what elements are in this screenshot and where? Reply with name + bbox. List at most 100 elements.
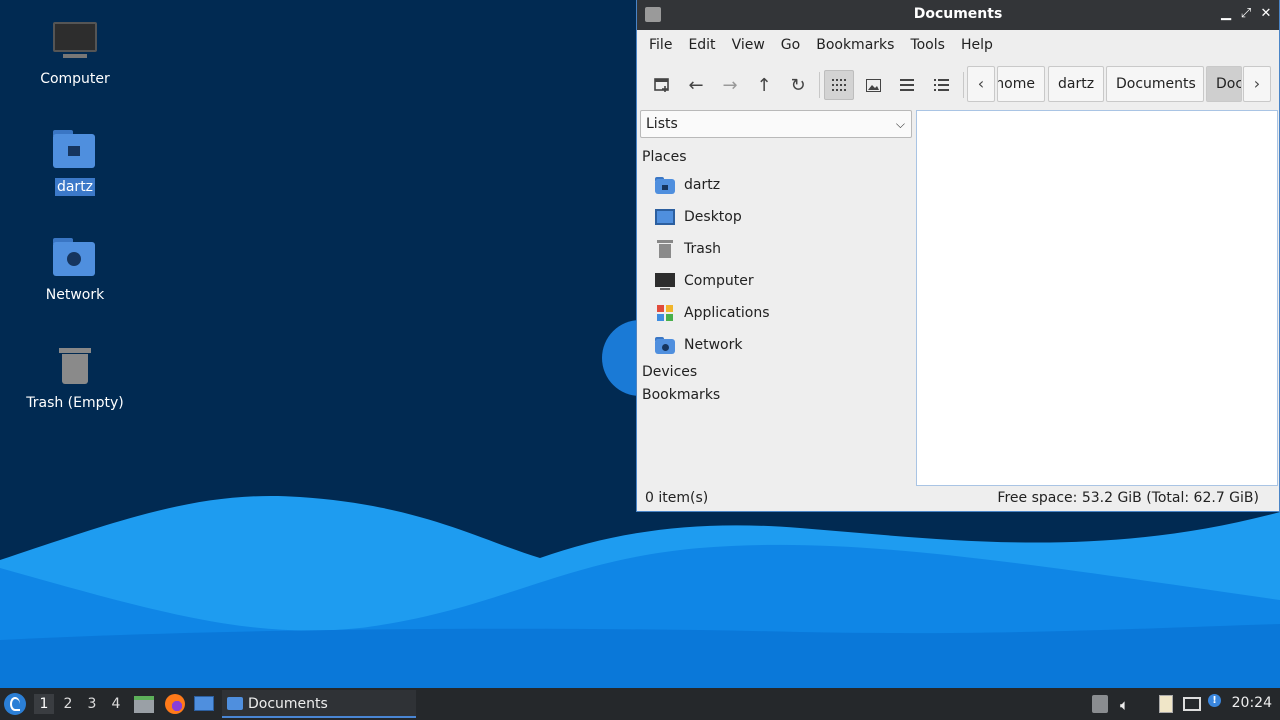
file-list-view[interactable] (916, 110, 1278, 486)
sidepane-mode-select[interactable]: Lists ⌵ (640, 110, 912, 138)
breadcrumb-scroll-left[interactable]: ‹ (967, 66, 995, 102)
trash-icon (51, 342, 99, 390)
desktop-icon-label: Network (45, 287, 105, 303)
file-cabinet-icon (134, 696, 154, 713)
show-desktop-button[interactable] (193, 694, 215, 714)
close-button[interactable]: ✕ (1257, 5, 1275, 23)
update-notification-icon: ! (1208, 694, 1221, 707)
detailed-view-button[interactable] (926, 70, 956, 100)
desktop-icon-trash[interactable]: Trash (Empty) (15, 342, 135, 412)
sidebar-item-label: Trash (684, 241, 721, 257)
sidebar-item-label: Computer (684, 273, 754, 289)
reload-button[interactable]: ↻ (783, 70, 813, 100)
task-label: Documents (248, 696, 328, 712)
chevron-down-icon: ⌵ (895, 117, 905, 131)
workspace-2[interactable]: 2 (58, 694, 78, 714)
new-tab-button[interactable] (647, 70, 677, 100)
clipboard-icon (1159, 695, 1173, 713)
sidebar-item-network[interactable]: Network (655, 331, 742, 359)
menu-tools[interactable]: Tools (902, 30, 953, 60)
taskbar-task-documents[interactable]: Documents (222, 690, 416, 718)
home-folder-icon (655, 176, 675, 194)
sidebar-item-dartz[interactable]: dartz (655, 171, 720, 199)
desktop-icon-label: dartz (54, 178, 96, 196)
icon-view-button[interactable] (824, 70, 854, 100)
menu-bookmarks[interactable]: Bookmarks (808, 30, 902, 60)
maximize-button[interactable]: ⤢ (1237, 5, 1255, 23)
menu-go[interactable]: Go (773, 30, 808, 60)
free-space: Free space: 53.2 GiB (Total: 62.7 GiB) (997, 490, 1259, 506)
file-manager-window[interactable]: Documents ▁ ⤢ ✕ File Edit View Go Bookma… (636, 0, 1280, 512)
volume-tray-button[interactable]: 🔈︎ (1118, 694, 1138, 714)
sidepane-section-devices[interactable]: Devices (642, 364, 697, 380)
desktop-icon (655, 208, 675, 226)
notification-tray-button[interactable]: ! (1206, 694, 1226, 714)
volume-icon: 🔈︎ (1120, 696, 1130, 714)
clipboard-tray-button[interactable] (1156, 694, 1176, 714)
sidepane-section-bookmarks[interactable]: Bookmarks (642, 387, 720, 403)
eject-tray-button[interactable] (1090, 694, 1110, 714)
breadcrumb-dartz[interactable]: dartz (1048, 66, 1104, 102)
detailed-list-icon (933, 79, 949, 91)
workspace-4[interactable]: 4 (106, 694, 126, 714)
network-tray-button[interactable] (1182, 694, 1202, 714)
desktop-icon-dartz[interactable]: dartz (15, 126, 135, 196)
sidebar-item-desktop[interactable]: Desktop (655, 203, 742, 231)
folder-icon (227, 697, 243, 710)
start-menu-button[interactable] (4, 693, 26, 715)
item-count: 0 item(s) (645, 490, 709, 506)
list-icon (900, 79, 914, 91)
sidebar-item-label: Network (684, 337, 743, 353)
minimize-button[interactable]: ▁ (1217, 5, 1235, 23)
computer-icon (51, 18, 99, 66)
workspace-1[interactable]: 1 (34, 694, 54, 714)
reload-icon: ↻ (790, 74, 806, 96)
menu-file[interactable]: File (641, 30, 680, 60)
network-folder-icon (51, 234, 99, 282)
firefox-launcher[interactable] (164, 693, 186, 715)
firefox-icon (165, 694, 185, 714)
forward-button[interactable]: → (715, 70, 745, 100)
desktop-icon-network[interactable]: Network (15, 234, 135, 304)
chevron-right-icon: › (1253, 74, 1261, 93)
compact-view-button[interactable] (892, 70, 922, 100)
desktop-icon (194, 696, 214, 711)
thumbnail-view-button[interactable] (858, 70, 888, 100)
taskbar: 1 2 3 4 Documents 🔈︎ ! 20:24 (0, 688, 1280, 720)
breadcrumb-documents[interactable]: Documents (1106, 66, 1204, 102)
home-folder-icon (51, 126, 99, 174)
sidebar-item-computer[interactable]: Computer (655, 267, 754, 295)
sidepane-section-places[interactable]: Places (642, 149, 687, 165)
menu-view[interactable]: View (724, 30, 773, 60)
back-button[interactable]: ← (681, 70, 711, 100)
toolbar-separator (819, 72, 820, 98)
menu-help[interactable]: Help (953, 30, 1001, 60)
sidebar-item-trash[interactable]: Trash (655, 235, 721, 263)
sidebar-item-label: Applications (684, 305, 770, 321)
applications-icon (655, 304, 675, 322)
menu-edit[interactable]: Edit (680, 30, 723, 60)
computer-icon (655, 272, 675, 290)
toolbar-separator (963, 72, 964, 98)
window-titlebar[interactable]: Documents ▁ ⤢ ✕ (637, 0, 1279, 30)
status-bar: 0 item(s) Free space: 53.2 GiB (Total: 6… (637, 488, 1279, 510)
desktop-icon-label: Computer (40, 71, 110, 87)
sidebar-item-label: dartz (684, 177, 721, 193)
network-folder-icon (655, 336, 675, 354)
sidebar-item-applications[interactable]: Applications (655, 299, 770, 327)
breadcrumb-current[interactable]: Doc (1206, 66, 1242, 102)
arrow-left-icon: ← (688, 74, 704, 96)
desktop-icon-computer[interactable]: Computer (15, 18, 135, 88)
image-icon (865, 78, 881, 92)
sidebar-item-label: Desktop (684, 209, 742, 225)
file-manager-launcher[interactable] (134, 694, 154, 714)
eject-icon (1092, 695, 1108, 713)
network-icon (1183, 697, 1201, 711)
up-button[interactable]: ↑ (749, 70, 779, 100)
workspace-3[interactable]: 3 (82, 694, 102, 714)
breadcrumb-home[interactable]: home (997, 66, 1045, 102)
clock[interactable]: 20:24 (1232, 695, 1272, 711)
breadcrumb-scroll-right[interactable]: › (1243, 66, 1271, 102)
arrow-up-icon: ↑ (756, 74, 772, 96)
trash-icon (655, 240, 675, 258)
